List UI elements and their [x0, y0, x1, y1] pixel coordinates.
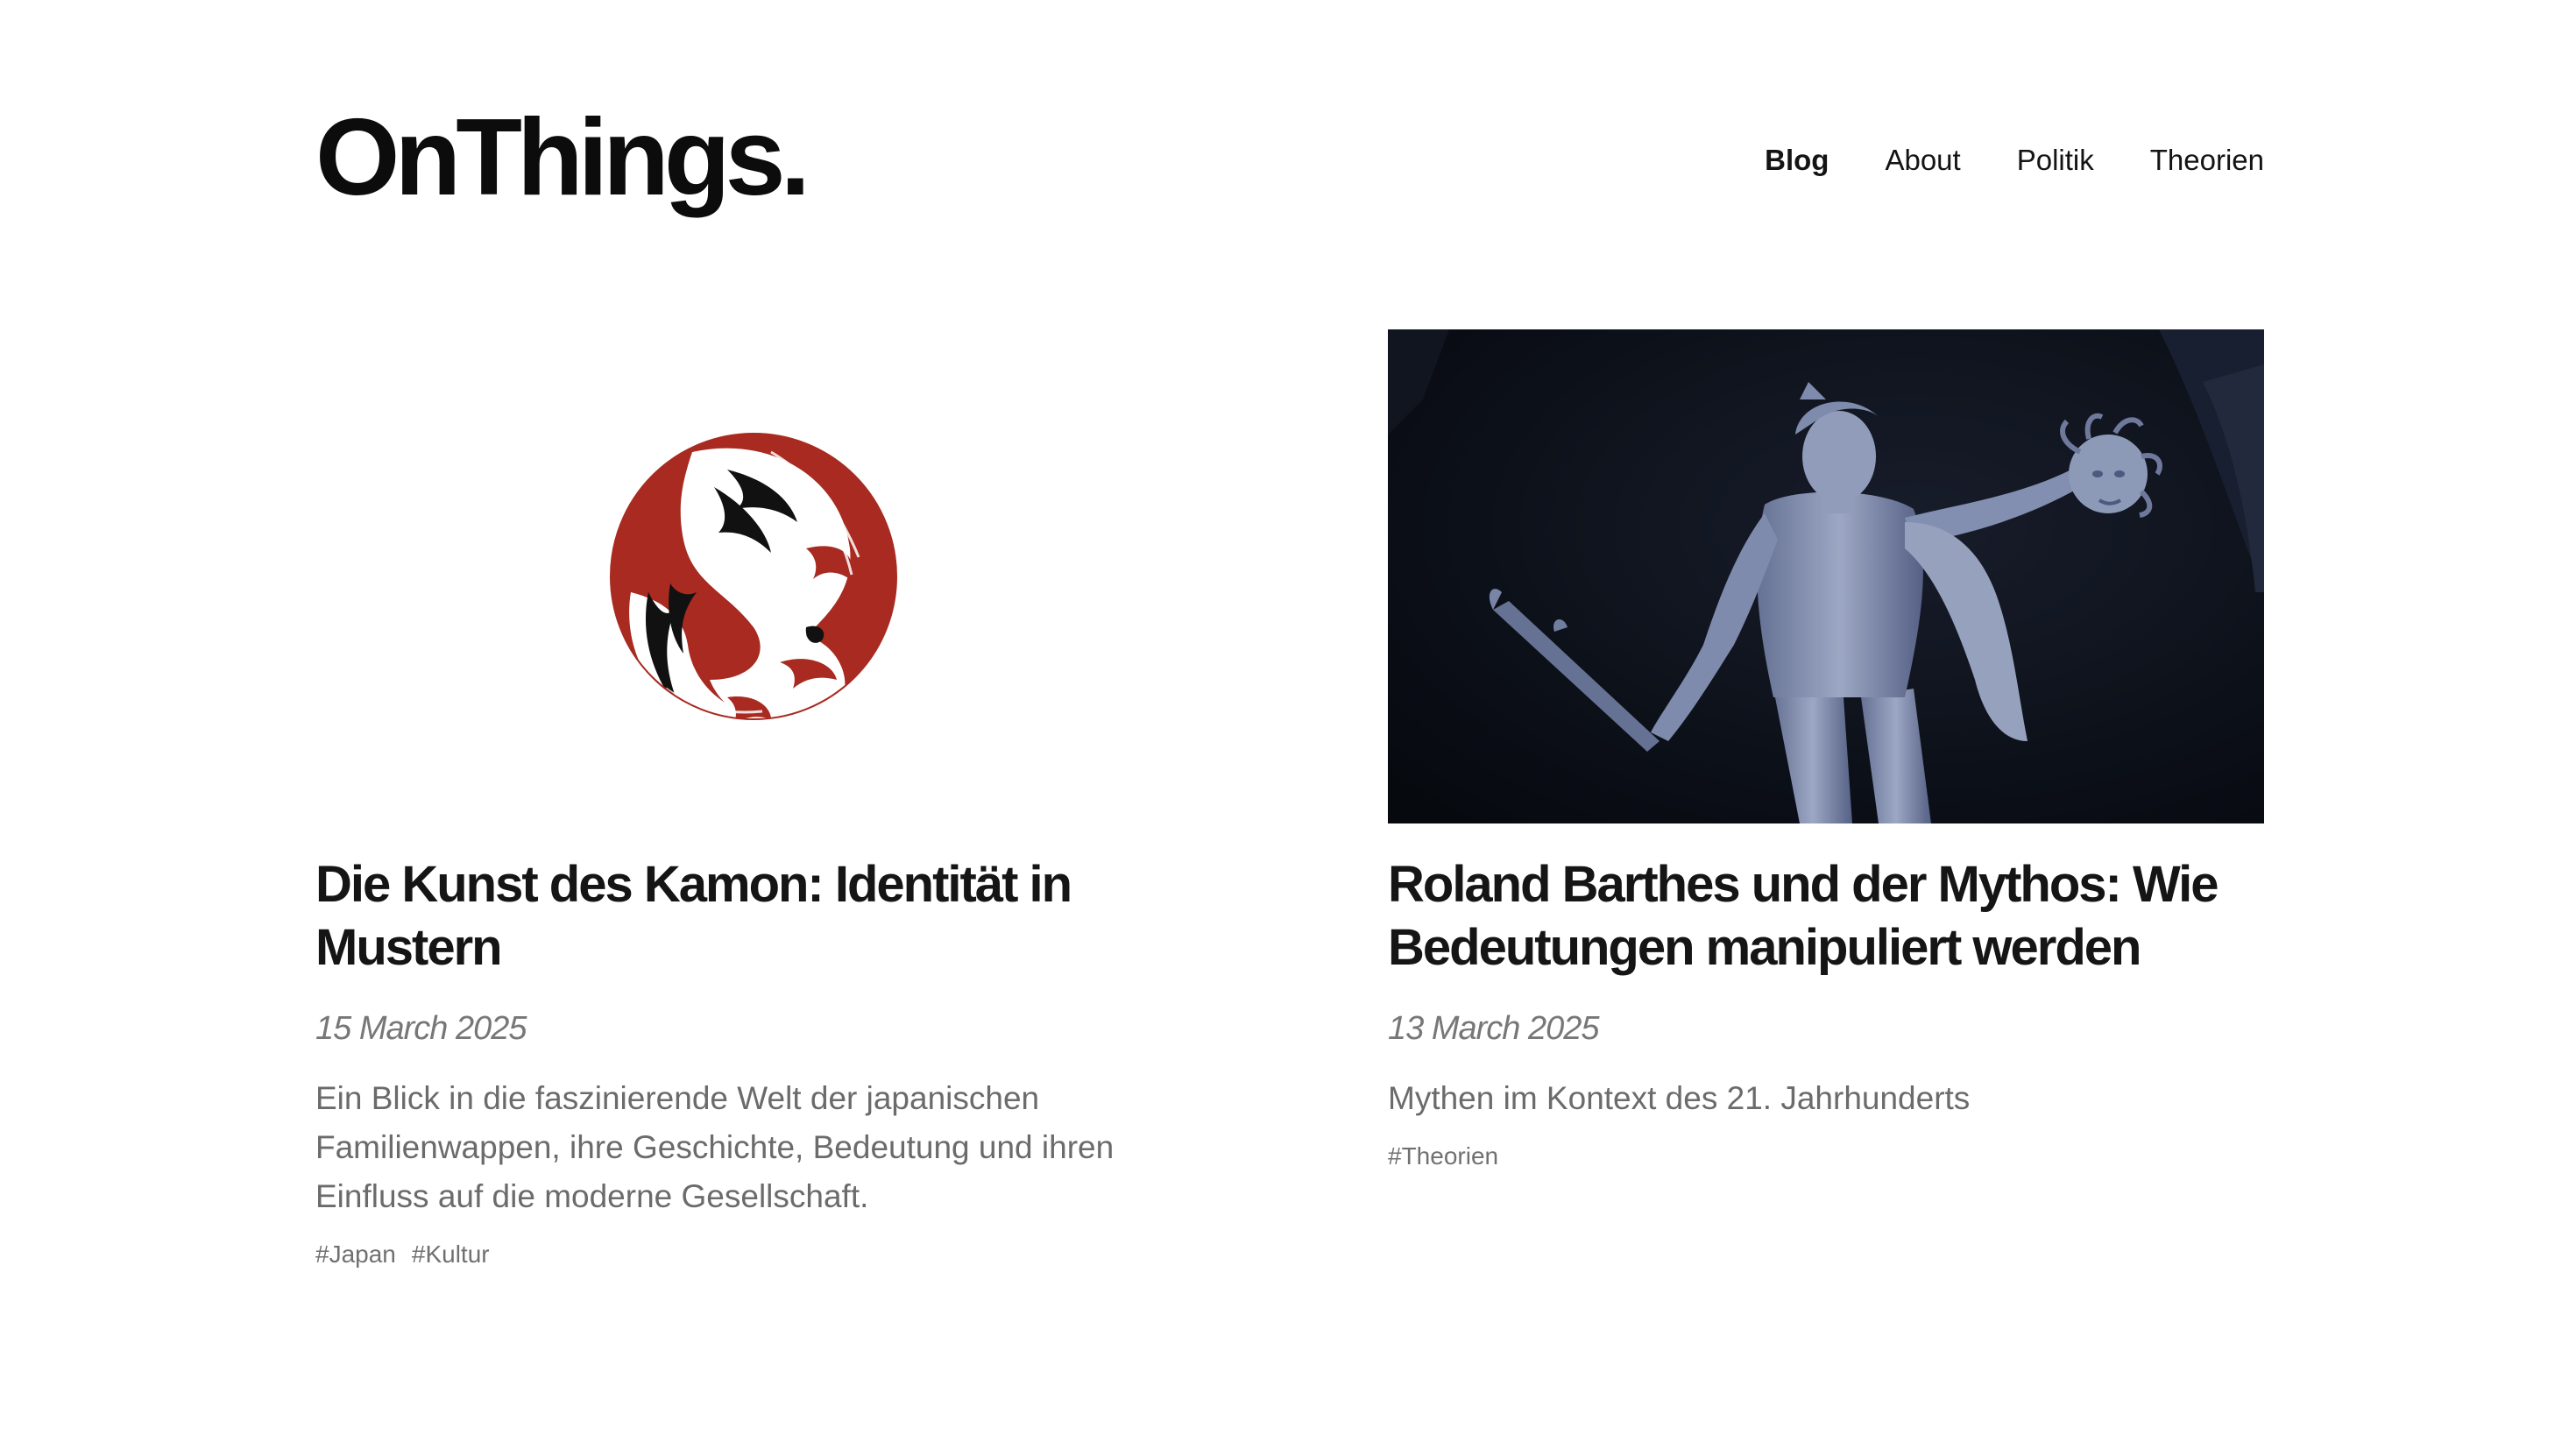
perseus-statue-icon [1388, 329, 2264, 823]
post-image-perseus[interactable] [1388, 329, 2264, 823]
post-card-barthes: Roland Barthes und der Mythos: Wie Bedeu… [1388, 329, 2264, 1170]
tag-theorien[interactable]: #Theorien [1388, 1142, 1498, 1170]
post-card-kamon: Die Kunst des Kamon: Identität in Muster… [315, 329, 1192, 1269]
post-date: 15 March 2025 [315, 1010, 527, 1047]
nav-item-blog[interactable]: Blog [1765, 145, 1829, 174]
site-logo[interactable]: OnThings. [315, 103, 810, 212]
nav-item-politik[interactable]: Politik [2017, 145, 2094, 174]
post-excerpt: Ein Blick in die faszinierende Welt der … [315, 1079, 1115, 1214]
page: OnThings. Blog About Politik Theorien Di… [0, 0, 2576, 1456]
nav-item-theorien[interactable]: Theorien [2150, 145, 2264, 174]
tag-kultur[interactable]: #Kultur [412, 1240, 490, 1269]
post-date: 13 March 2025 [1388, 1010, 1600, 1047]
post-excerpt: Mythen im Kontext des 21. Jahrhunderts [1388, 1079, 1971, 1116]
post-title[interactable]: Die Kunst des Kamon: Identität in Muster… [315, 853, 1192, 979]
tag-japan[interactable]: #Japan [315, 1240, 396, 1269]
main-nav: Blog About Politik Theorien [1765, 145, 2264, 174]
post-image-kamon[interactable] [315, 329, 1192, 823]
kamon-wave-crest-icon [315, 329, 1192, 823]
post-tags: #Japan #Kultur [315, 1240, 1192, 1269]
nav-item-about[interactable]: About [1885, 145, 1960, 174]
post-tags: #Theorien [1388, 1142, 2264, 1170]
post-title[interactable]: Roland Barthes und der Mythos: Wie Bedeu… [1388, 853, 2264, 979]
